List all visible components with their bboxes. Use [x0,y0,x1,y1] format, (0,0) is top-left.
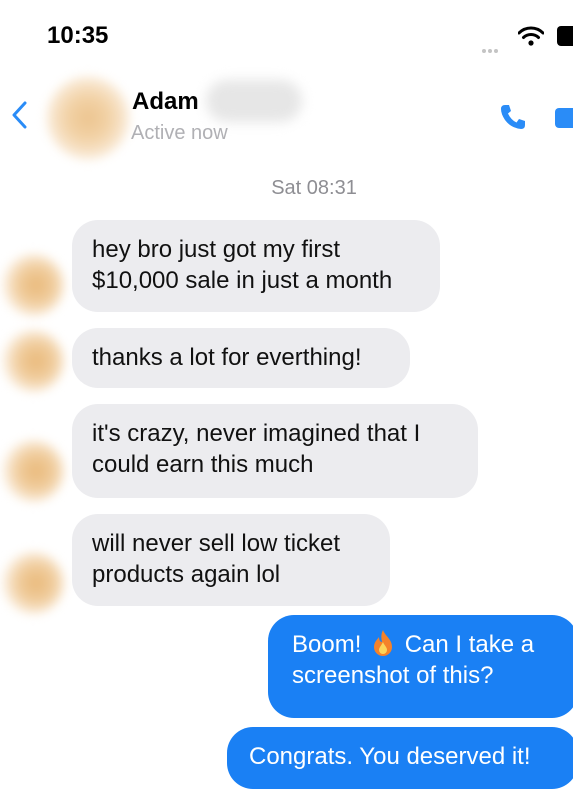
wifi-icon [518,26,544,46]
sent-message-text: Boom! [292,631,369,658]
video-call-icon[interactable] [555,108,573,128]
message-timestamp: Sat 08:31 [271,177,357,199]
contact-avatar[interactable] [46,76,130,160]
status-bar: 10:35 [0,0,573,64]
fire-emoji-icon [374,630,393,656]
received-message[interactable]: thanks a lot for everthing! [72,328,410,388]
redacted-surname [206,80,302,122]
active-status: Active now [131,122,228,144]
contact-name[interactable]: Adam [132,88,199,116]
received-message[interactable]: will never sell low ticket products agai… [72,514,390,606]
phone-call-icon[interactable] [498,102,528,132]
sent-message[interactable]: Congrats. You deserved it! [227,727,573,789]
received-message[interactable]: it's crazy, never imagined that I could … [72,404,478,498]
received-message[interactable]: hey bro just got my first $10,000 sale i… [72,220,440,312]
sent-message[interactable]: Boom! Can I take a screenshot of this? [268,615,573,718]
sender-avatar [2,254,64,316]
status-time: 10:35 [47,22,109,49]
sender-avatar [2,552,64,614]
back-chevron-icon[interactable] [10,100,28,130]
sender-avatar [2,440,64,502]
battery-icon [557,26,573,46]
sender-avatar [2,330,64,392]
cellular-signal-icon [482,40,504,53]
chat-header: Adam Active now [0,64,573,174]
